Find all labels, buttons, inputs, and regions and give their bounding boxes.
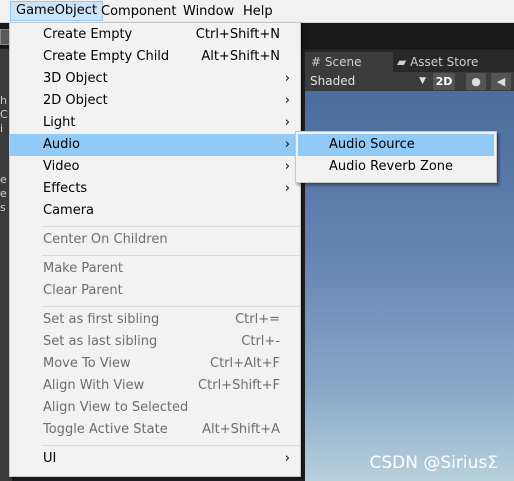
- submenu-arrow-icon: ›: [284, 181, 290, 196]
- submenu-item-audio-reverb-zone[interactable]: Audio Reverb Zone: [298, 156, 494, 178]
- menu-item-center-on-children[interactable]: Center On Children: [10, 229, 300, 251]
- menu-item-ui[interactable]: UI ›: [10, 448, 300, 470]
- menu-item-3d-object[interactable]: 3D Object ›: [10, 68, 300, 90]
- audio-submenu: Audio Source Audio Reverb Zone: [295, 131, 497, 183]
- menu-item-label: Move To View: [43, 356, 131, 371]
- hierarchy-fragment: i: [0, 122, 4, 135]
- lighting-toggle-icon[interactable]: ●: [466, 73, 486, 90]
- menu-item-align-view-to-selected[interactable]: Align View to Selected: [10, 397, 300, 419]
- menu-item-2d-object[interactable]: 2D Object ›: [10, 90, 300, 112]
- menu-help[interactable]: Help: [238, 2, 278, 21]
- submenu-item-label: Audio Source: [329, 137, 415, 152]
- menu-item-shortcut: Ctrl+=: [235, 312, 280, 327]
- audio-toggle-icon[interactable]: ◀: [491, 73, 511, 90]
- menu-window[interactable]: Window: [178, 2, 239, 21]
- hierarchy-fragment: h: [0, 94, 7, 107]
- scene-tab-bar: # Scene ▰ Asset Store: [305, 50, 514, 72]
- menu-item-label: Clear Parent: [43, 283, 123, 298]
- submenu-arrow-icon: ›: [284, 137, 290, 152]
- menu-item-move-to-view[interactable]: Move To View Ctrl+Alt+F: [10, 353, 300, 375]
- menu-item-label: Center On Children: [43, 232, 168, 247]
- watermark: CSDN @SiriusΣ: [369, 453, 498, 473]
- submenu-arrow-icon: ›: [284, 451, 290, 466]
- shading-mode-dropdown[interactable]: Shaded ▼: [310, 72, 428, 91]
- chevron-down-icon: ▼: [419, 76, 426, 86]
- submenu-arrow-icon: ›: [284, 159, 290, 174]
- menu-item-light[interactable]: Light ›: [10, 112, 300, 134]
- menu-item-label: Toggle Active State: [43, 422, 168, 437]
- menu-item-label: 2D Object: [43, 93, 108, 108]
- menu-item-label: Align View to Selected: [43, 400, 189, 415]
- menu-item-shortcut: Ctrl+-: [241, 334, 280, 349]
- menu-item-label: Camera: [43, 203, 95, 218]
- menu-separator: [42, 306, 299, 307]
- menu-item-set-last-sibling[interactable]: Set as last sibling Ctrl+-: [10, 331, 300, 353]
- menu-item-label: Effects: [43, 181, 88, 196]
- tab-asset-store[interactable]: ▰ Asset Store: [391, 52, 512, 72]
- menu-item-label: Align With View: [43, 378, 145, 393]
- menu-item-label: Create Empty: [43, 27, 133, 42]
- store-bag-icon: ▰: [397, 55, 407, 69]
- menu-item-label: Audio: [43, 137, 80, 152]
- mode-2d-button[interactable]: 2D: [433, 73, 455, 90]
- menu-separator: [42, 255, 299, 256]
- hierarchy-fragment: C: [0, 108, 8, 121]
- menu-item-shortcut: Ctrl+Alt+F: [210, 356, 280, 371]
- menu-item-shortcut: Alt+Shift+N: [201, 49, 280, 64]
- menu-item-label: Set as last sibling: [43, 334, 158, 349]
- menu-item-shortcut: Ctrl+Shift+N: [195, 27, 280, 42]
- menu-item-toggle-active-state[interactable]: Toggle Active State Alt+Shift+A: [10, 419, 300, 441]
- menu-item-shortcut: Ctrl+Shift+F: [198, 378, 280, 393]
- menu-component[interactable]: Component: [96, 2, 181, 21]
- menu-item-label: Set as first sibling: [43, 312, 160, 327]
- tab-scene[interactable]: # Scene: [305, 52, 393, 72]
- hierarchy-fragment: e: [0, 187, 7, 200]
- submenu-arrow-icon: ›: [284, 93, 290, 108]
- menu-item-create-empty[interactable]: Create Empty Ctrl+Shift+N: [10, 24, 300, 46]
- menu-item-camera[interactable]: Camera: [10, 200, 300, 222]
- menu-item-shortcut: Alt+Shift+A: [202, 422, 280, 437]
- submenu-item-audio-source[interactable]: Audio Source: [298, 134, 494, 156]
- gameobject-menu: Create Empty Ctrl+Shift+N Create Empty C…: [9, 22, 301, 477]
- menu-item-set-first-sibling[interactable]: Set as first sibling Ctrl+=: [10, 309, 300, 331]
- menu-item-label: UI: [43, 451, 57, 466]
- menu-item-create-empty-child[interactable]: Create Empty Child Alt+Shift+N: [10, 46, 300, 68]
- tab-asset-store-label: Asset Store: [410, 55, 479, 69]
- submenu-item-label: Audio Reverb Zone: [329, 159, 454, 174]
- submenu-arrow-icon: ›: [284, 115, 290, 130]
- menu-gameobject[interactable]: GameObject: [10, 1, 104, 21]
- menu-item-align-with-view[interactable]: Align With View Ctrl+Shift+F: [10, 375, 300, 397]
- hash-icon: #: [311, 55, 322, 69]
- menu-item-video[interactable]: Video ›: [10, 156, 300, 178]
- hierarchy-fragment: s: [0, 201, 6, 214]
- menu-bar: GameObject Component Window Help: [0, 0, 514, 23]
- menu-item-label: Make Parent: [43, 261, 123, 276]
- menu-item-make-parent[interactable]: Make Parent: [10, 258, 300, 280]
- menu-item-label: 3D Object: [43, 71, 108, 86]
- menu-item-clear-parent[interactable]: Clear Parent: [10, 280, 300, 302]
- hierarchy-fragment: e: [0, 173, 7, 186]
- menu-separator: [42, 445, 299, 446]
- menu-item-audio[interactable]: Audio ›: [10, 134, 300, 156]
- menu-item-label: Create Empty Child: [43, 49, 170, 64]
- submenu-arrow-icon: ›: [284, 71, 290, 86]
- menu-item-label: Light: [43, 115, 76, 130]
- tab-scene-label: Scene: [324, 55, 362, 69]
- menu-separator: [42, 226, 299, 227]
- menu-item-label: Video: [43, 159, 80, 174]
- shading-mode-value: Shaded: [310, 74, 356, 88]
- scene-toolbar: Shaded ▼ 2D ● ◀: [305, 72, 514, 91]
- menu-item-effects[interactable]: Effects ›: [10, 178, 300, 200]
